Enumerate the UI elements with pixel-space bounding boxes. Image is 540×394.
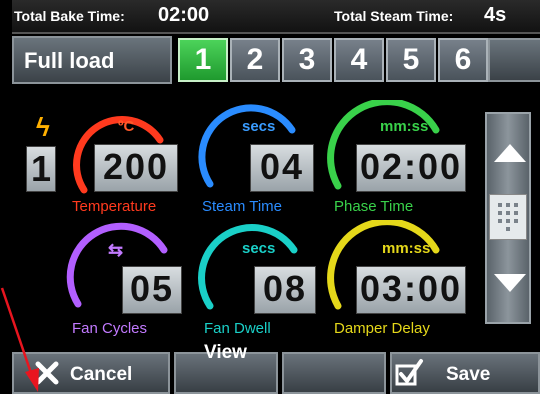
close-icon [35, 361, 59, 385]
scroll-up-icon[interactable] [494, 144, 526, 162]
damper-delay-unit: mm:ss [382, 240, 431, 257]
scroll-down-icon[interactable] [494, 274, 526, 292]
view-label: View [204, 342, 247, 363]
bottom-bar: Cancel View Save [12, 342, 540, 394]
phase-time-label: Phase Time [334, 198, 414, 215]
temperature-unit: ºC [118, 118, 135, 135]
power-bolt-icon: ϟ [36, 112, 50, 142]
damper-delay-value[interactable]: 03:00 [356, 266, 466, 314]
tab-phase-4[interactable]: 4 [334, 38, 384, 82]
tab-phase-1[interactable]: 1 [178, 38, 228, 82]
temperature-label: Temperature [72, 198, 157, 215]
steam-time-unit: secs [242, 118, 276, 135]
total-steam-label: Total Steam Time: [334, 8, 454, 24]
fan-cycles-gauge[interactable]: ⇆ 05 Fan Cycles [64, 220, 184, 340]
phase-time-unit: mm:ss [380, 118, 429, 135]
tab-phase-2[interactable]: 2 [230, 38, 280, 82]
scroll-bar[interactable] [485, 112, 531, 324]
tab-phase-3[interactable]: 3 [282, 38, 332, 82]
blank-button[interactable] [282, 352, 386, 394]
bottom-separator [170, 344, 174, 356]
fan-cycles-label: Fan Cycles [72, 320, 148, 337]
view-button[interactable]: View [174, 342, 278, 394]
oven-control-screen: Total Bake Time: 02:00 Total Steam Time:… [0, 0, 540, 394]
fan-dwell-value[interactable]: 08 [254, 266, 316, 314]
steam-time-value[interactable]: 04 [250, 144, 314, 192]
scroll-grip-icon[interactable] [489, 194, 527, 240]
damper-delay-label: Damper Delay [334, 320, 430, 337]
fan-dwell-gauge[interactable]: secs 08 Fan Dwell [198, 220, 318, 340]
steam-time-label: Steam Time [202, 198, 283, 215]
save-label: Save [446, 364, 491, 385]
steam-time-gauge[interactable]: secs 04 Steam Time [196, 100, 316, 220]
tab-phase-5[interactable]: 5 [386, 38, 436, 82]
fan-dwell-label: Fan Dwell [204, 320, 271, 337]
cancel-label: Cancel [70, 364, 133, 385]
save-button[interactable]: Save [390, 352, 540, 394]
total-bake-value: 02:00 [158, 4, 210, 26]
header-filler [488, 38, 540, 82]
tab-phase-6[interactable]: 6 [438, 38, 488, 82]
total-steam-value: 4s [484, 4, 507, 26]
fan-dwell-unit: secs [242, 240, 276, 257]
phase-time-gauge[interactable]: mm:ss 02:00 Phase Time [326, 100, 476, 220]
temperature-value[interactable]: 200 [94, 144, 178, 192]
power-level-value[interactable]: 1 [26, 146, 56, 192]
checkbox-check-icon [395, 359, 423, 386]
header-row: Full load 1 2 3 4 5 6 [12, 36, 540, 86]
damper-delay-gauge[interactable]: mm:ss 03:00 Damper Delay [326, 220, 476, 340]
cancel-button[interactable]: Cancel [12, 352, 170, 394]
fan-cycles-value[interactable]: 05 [122, 266, 182, 314]
phase-time-value[interactable]: 02:00 [356, 144, 466, 192]
temperature-gauge[interactable]: ºC 200 Temperature [60, 100, 180, 220]
totals-bar: Total Bake Time: 02:00 Total Steam Time:… [12, 0, 540, 34]
load-type-button[interactable]: Full load [12, 36, 172, 84]
total-bake-label: Total Bake Time: [14, 8, 125, 24]
fan-cycles-unit-icon: ⇆ [108, 240, 124, 260]
